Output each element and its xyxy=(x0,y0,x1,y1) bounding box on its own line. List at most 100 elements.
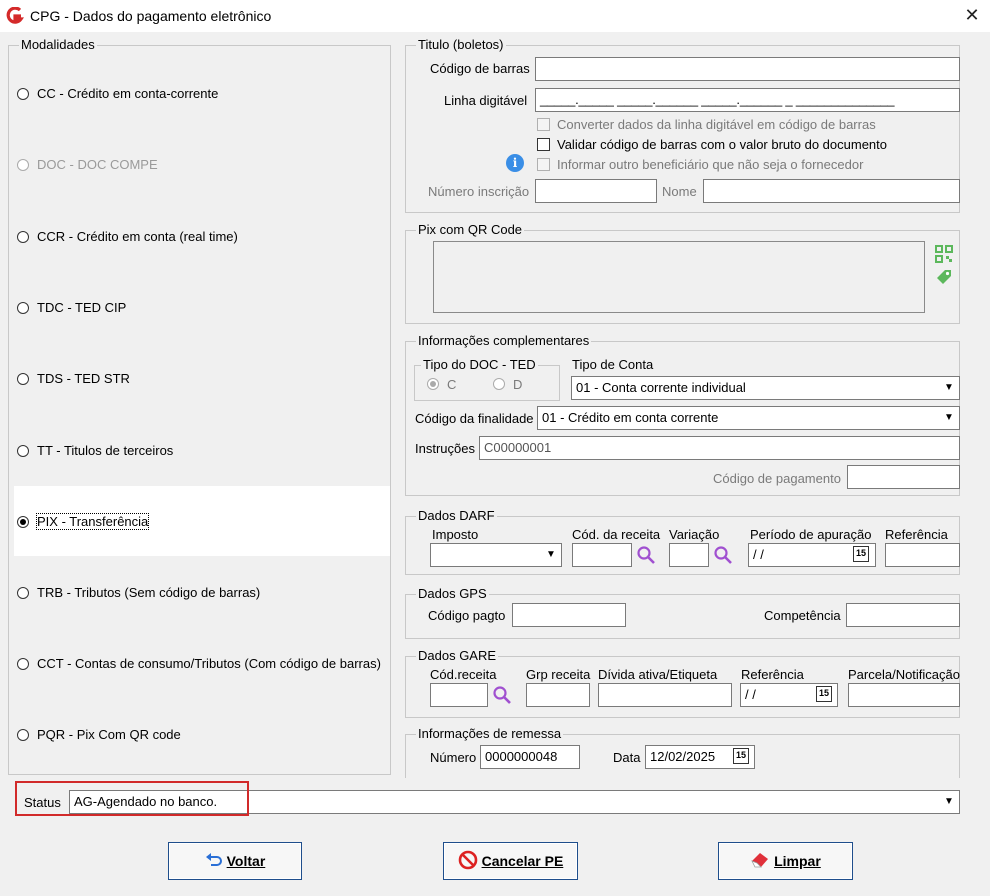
imposto-select[interactable]: ▼ xyxy=(430,543,562,567)
competencia-label: Competência xyxy=(764,608,841,623)
converter-checkbox[interactable] xyxy=(537,118,550,131)
competencia-input[interactable] xyxy=(846,603,960,627)
codigo-finalidade-select[interactable]: 01 - Crédito em conta corrente ▼ xyxy=(537,406,960,430)
radio-d[interactable] xyxy=(493,378,505,390)
limpar-label: Limpar xyxy=(774,853,821,869)
darf-referencia-label: Referência xyxy=(885,527,948,542)
cancelar-label: Cancelar PE xyxy=(481,853,564,869)
modalidade-label-pix: PIX - Transferência xyxy=(35,513,150,530)
nome-input[interactable] xyxy=(703,179,960,203)
tipo-doc-legend: Tipo do DOC - TED xyxy=(421,357,538,373)
imposto-label: Imposto xyxy=(432,527,479,542)
informar-label: Informar outro beneficiário que não seja… xyxy=(557,157,864,172)
titulo-legend: Titulo (boletos) xyxy=(416,37,506,53)
gps-legend: Dados GPS xyxy=(416,586,489,602)
gare-cod-receita-label: Cód.receita xyxy=(430,667,497,682)
radio-d-label: D xyxy=(513,377,523,392)
voltar-button[interactable]: Voltar xyxy=(168,842,302,880)
tipo-conta-label: Tipo de Conta xyxy=(572,357,654,372)
numero-input[interactable]: 0000000048 xyxy=(480,745,580,769)
linha-digitavel-label: Linha digitável xyxy=(444,93,528,108)
qr-code-icon[interactable] xyxy=(935,245,953,263)
divida-input[interactable] xyxy=(598,683,732,707)
modalidades-legend: Modalidades xyxy=(19,37,97,53)
modalidade-label-doc: DOC - DOC COMPE xyxy=(37,157,158,172)
chevron-down-icon[interactable]: ▼ xyxy=(941,409,957,427)
radio-trb[interactable] xyxy=(17,587,29,599)
numero-inscricao-label: Número inscrição xyxy=(428,184,530,199)
cod-receita-label: Cód. da receita xyxy=(572,527,661,542)
codigo-pagamento-label: Código de pagamento xyxy=(713,471,841,486)
parcela-label: Parcela/Notificação xyxy=(848,667,960,682)
codigo-pagto-label: Código pagto xyxy=(428,608,506,623)
instrucoes-input[interactable]: C00000001 xyxy=(479,436,960,460)
radio-tt[interactable] xyxy=(17,445,29,457)
chevron-down-icon[interactable]: ▼ xyxy=(941,379,957,397)
modalidade-label-tds: TDS - TED STR xyxy=(37,371,130,386)
radio-tds[interactable] xyxy=(17,373,29,385)
radio-c-label: C xyxy=(447,377,457,392)
codigo-pagto-input[interactable] xyxy=(512,603,626,627)
cod-receita-input[interactable] xyxy=(572,543,632,567)
search-icon[interactable] xyxy=(636,545,656,565)
radio-cc[interactable] xyxy=(17,88,29,100)
tag-icon[interactable] xyxy=(935,268,953,286)
modalidade-label-trb: TRB - Tributos (Sem código de barras) xyxy=(37,585,261,600)
close-button[interactable]: ✕ xyxy=(954,0,990,32)
codigo-barras-input[interactable] xyxy=(535,57,960,81)
chevron-down-icon[interactable]: ▼ xyxy=(941,793,957,811)
parcela-input[interactable] xyxy=(848,683,960,707)
calendar-icon[interactable]: 15 xyxy=(733,748,749,764)
limpar-button[interactable]: Limpar xyxy=(718,842,853,880)
informar-checkbox[interactable] xyxy=(537,158,550,171)
radio-cct[interactable] xyxy=(17,658,29,670)
calendar-icon[interactable]: 15 xyxy=(816,686,832,702)
data-value: 12/02/2025 xyxy=(650,749,716,764)
codigo-finalidade-value: 01 - Crédito em conta corrente xyxy=(542,410,719,425)
pix-qr-legend: Pix com QR Code xyxy=(416,222,525,238)
modalidade-label-cc: CC - Crédito em conta-corrente xyxy=(37,86,219,101)
cancel-icon xyxy=(458,850,477,870)
radio-c[interactable] xyxy=(427,378,439,390)
numero-label: Número xyxy=(430,750,477,765)
chevron-down-icon[interactable]: ▼ xyxy=(543,546,559,564)
grp-receita-label: Grp receita xyxy=(526,667,591,682)
search-icon[interactable] xyxy=(713,545,733,565)
validar-checkbox[interactable] xyxy=(537,138,550,151)
search-icon[interactable] xyxy=(492,685,512,705)
modalidade-label-tt: TT - Titulos de terceiros xyxy=(37,443,174,458)
radio-pqr[interactable] xyxy=(17,729,29,741)
instrucoes-label: Instruções xyxy=(415,441,475,456)
info-icon[interactable]: i xyxy=(506,154,524,172)
darf-legend: Dados DARF xyxy=(416,508,497,524)
info-compl-legend: Informações complementares xyxy=(416,333,592,349)
periodo-label: Período de apuração xyxy=(750,527,872,542)
gare-referencia-value: / / xyxy=(745,687,756,702)
modalidade-label-pqr: PQR - Pix Com QR code xyxy=(37,727,181,742)
remessa-legend: Informações de remessa xyxy=(416,726,564,742)
radio-pix[interactable] xyxy=(17,516,29,528)
gare-cod-receita-input[interactable] xyxy=(430,683,488,707)
variacao-label: Variação xyxy=(669,527,720,542)
variacao-input[interactable] xyxy=(669,543,709,567)
radio-tdc[interactable] xyxy=(17,302,29,314)
app-logo-icon xyxy=(6,7,24,24)
linha-digitavel-input[interactable]: _____._____ _____.______ _____.______ _ … xyxy=(535,88,960,112)
numero-inscricao-input[interactable] xyxy=(535,179,657,203)
title-bar: CPG - Dados do pagamento eletrônico ✕ xyxy=(0,0,990,32)
qr-code-textarea[interactable] xyxy=(433,241,925,313)
codigo-pagamento-input[interactable] xyxy=(847,465,960,489)
tipo-conta-select[interactable]: 01 - Conta corrente individual ▼ xyxy=(571,376,960,400)
gare-referencia-label: Referência xyxy=(741,667,804,682)
radio-ccr[interactable] xyxy=(17,231,29,243)
status-highlight-box xyxy=(15,781,249,816)
calendar-icon[interactable]: 15 xyxy=(853,546,869,562)
grp-receita-input[interactable] xyxy=(526,683,590,707)
darf-referencia-input[interactable] xyxy=(885,543,960,567)
data-label: Data xyxy=(613,750,641,765)
cancelar-pe-button[interactable]: Cancelar PE xyxy=(443,842,578,880)
modalidade-label-ccr: CCR - Crédito em conta (real time) xyxy=(37,229,238,244)
radio-doc[interactable] xyxy=(17,159,29,171)
tipo-conta-value: 01 - Conta corrente individual xyxy=(576,380,746,395)
periodo-value: / / xyxy=(753,547,764,562)
